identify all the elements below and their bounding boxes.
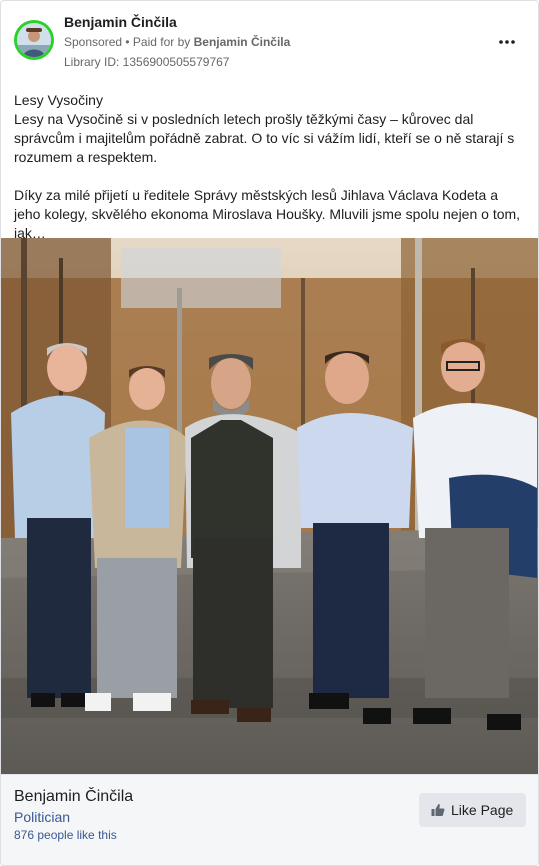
separator-dot: • [122, 35, 133, 49]
post-text-paragraph-2[interactable]: Díky za milé přijetí u ředitele Správy m… [14, 186, 526, 243]
library-id: Library ID: 1356900505579767 [64, 55, 230, 69]
more-options-button[interactable] [493, 27, 521, 55]
thumbs-up-icon [431, 803, 445, 816]
footer-page-category[interactable]: Politician [14, 809, 70, 825]
sponsored-label: Sponsored [64, 35, 123, 49]
ad-card: Benjamin Činčila Sponsored • Paid for by… [0, 0, 539, 866]
post-text: Lesy Vysočiny Lesy na Vysočině si v posl… [14, 91, 526, 243]
page-footer: Benjamin Činčila Politician 876 people l… [1, 774, 538, 865]
post-header: Benjamin Činčila Sponsored • Paid for by… [1, 1, 538, 81]
sponsored-line: Sponsored • Paid for by Benjamin Činčila [64, 35, 290, 49]
group-photo-illustration [1, 238, 538, 774]
like-page-label: Like Page [451, 802, 514, 818]
footer-page-name[interactable]: Benjamin Činčila [14, 788, 133, 806]
post-photo[interactable] [1, 238, 538, 774]
more-options-icon [499, 40, 515, 44]
author-name[interactable]: Benjamin Činčila [64, 14, 177, 30]
paid-by-name: Benjamin Činčila [193, 35, 291, 49]
paid-prefix: Paid for by [132, 35, 194, 49]
avatar-photo [17, 23, 51, 57]
footer-like-count[interactable]: 876 people like this [14, 828, 117, 842]
avatar[interactable] [14, 20, 54, 60]
post-text-title: Lesy Vysočiny [14, 92, 103, 108]
post-text-paragraph-1: Lesy na Vysočině si v posledních letech … [14, 111, 515, 165]
like-page-button[interactable]: Like Page [419, 793, 526, 827]
